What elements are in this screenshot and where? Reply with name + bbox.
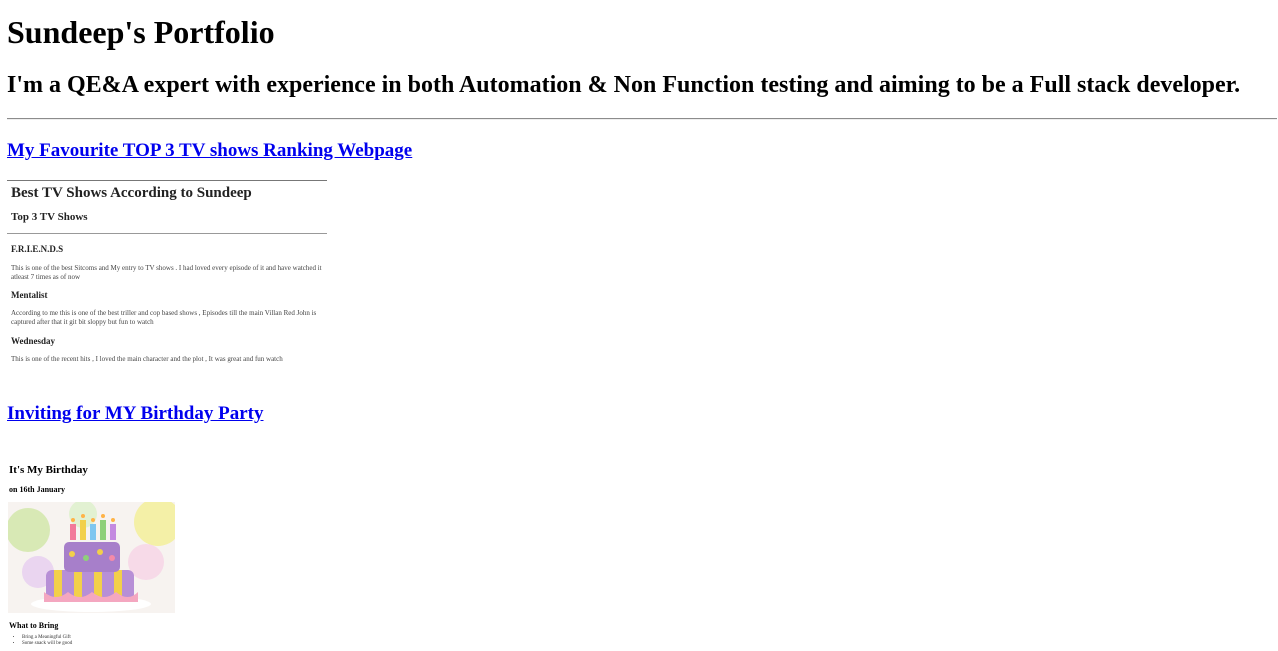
page-title: Sundeep's Portfolio: [7, 14, 275, 50]
show-name: F.R.I.E.N.D.S: [11, 244, 64, 254]
birthday-preview-image: It's My Birthday on 16th January What to…: [7, 460, 182, 651]
show-name: Wednesday: [11, 336, 56, 346]
show-description: According to me this is one of the best …: [11, 309, 317, 326]
birthday-heading: It's My Birthday: [9, 464, 88, 476]
preview-heading: Best TV Shows According to Sundeep: [11, 185, 252, 201]
bring-list: Bring a Meaningful Gift Some snack will …: [7, 635, 72, 647]
birthday-cake-image: [8, 502, 175, 613]
page-subtitle: I'm a QE&A expert with experience in bot…: [7, 72, 1241, 98]
birthday-date: on 16th January: [9, 485, 66, 494]
divider: [7, 118, 1277, 120]
cake-illustration: [8, 502, 175, 613]
show-description: This is one of the best Sitcoms and My e…: [11, 264, 322, 281]
preview-divider: [7, 233, 327, 234]
tv-shows-project-link[interactable]: My Favourite TOP 3 TV shows Ranking Webp…: [7, 140, 412, 162]
preview-subheading: Top 3 TV Shows: [11, 211, 88, 223]
tv-shows-preview-image: Best TV Shows According to Sundeep Top 3…: [7, 180, 327, 370]
show-description: This is one of the recent hits , I loved…: [11, 355, 283, 363]
list-item: Some snack will be good: [22, 641, 72, 647]
show-name: Mentalist: [11, 290, 48, 300]
bring-heading: What to Bring: [9, 621, 59, 630]
preview-top-divider: [7, 180, 327, 181]
birthday-project-link[interactable]: Inviting for MY Birthday Party: [7, 403, 264, 425]
